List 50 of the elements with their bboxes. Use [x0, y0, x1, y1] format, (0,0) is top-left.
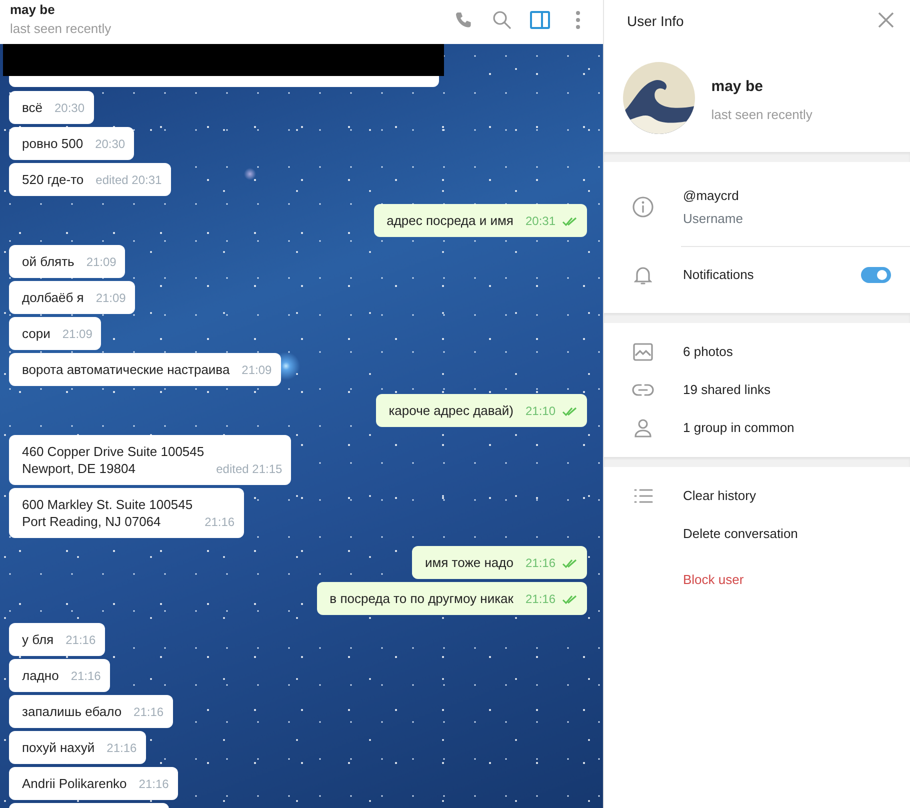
message-time: 21:16 [106, 741, 137, 756]
message-time: 20:31 [525, 214, 556, 229]
message-text: 460 Copper Drive Suite 100545 Newport, DE 19804 [22, 443, 204, 477]
profile-name: may be [711, 77, 764, 97]
message-text: у бля [22, 631, 54, 648]
message-text: ой блять [22, 253, 74, 270]
message-text: имя тоже надо [424, 554, 514, 571]
chat-status: last seen recently [10, 21, 112, 37]
info-item[interactable]: 19 shared links [683, 380, 770, 400]
info-item[interactable]: Delete conversation [683, 524, 798, 544]
message-time: 21:16 [204, 515, 235, 530]
message-text: 520 где-то [22, 171, 84, 188]
profile-status: last seen recently [711, 106, 812, 124]
message-text: всё [22, 99, 42, 116]
notifications-label: Notifications [683, 266, 755, 284]
info-item[interactable]: 1 group in common [683, 418, 794, 438]
message-time: 21:16 [66, 633, 96, 648]
message-text: адрес посреда и имя [386, 212, 514, 229]
panel-title: User Info [626, 12, 684, 31]
message-time: 21:16 [134, 705, 164, 720]
message-time: 21:16 [70, 669, 101, 684]
message-time: 20:30 [95, 137, 126, 152]
message-time: 21:09 [62, 327, 92, 342]
message-time: edited 20:31 [96, 173, 162, 188]
message-time: 21:09 [96, 291, 126, 306]
message-time: 21:10 [525, 404, 556, 419]
message-text: ладно [22, 667, 59, 684]
message-text: похуй нахуй [22, 739, 95, 756]
message-text: сори [22, 325, 50, 342]
message-text: запалишь ебало [22, 703, 122, 720]
message-text: в посреда то по другмоу никак [330, 590, 514, 607]
username-label: Username [683, 210, 744, 228]
message-time: 21:16 [525, 592, 556, 607]
info-item[interactable]: Clear history [683, 486, 756, 506]
message-text: ворота автоматические настраива [22, 361, 230, 378]
message-text: кароче адрес давай) [388, 402, 514, 419]
chat-name: may be [10, 2, 56, 18]
message-time: 21:16 [525, 556, 556, 571]
message-text: Andrii Polikarenko [22, 775, 127, 792]
message-text: ровно 500 [22, 135, 84, 152]
message-time: 20:30 [54, 101, 85, 116]
message-time: 21:09 [86, 255, 116, 270]
username-value: @maycrd [683, 186, 740, 205]
message-time: 21:09 [242, 363, 272, 378]
message-text: 600 Markley St. Suite 100545 Port Reading, NJ 07064 [22, 496, 193, 530]
message-time: 21:16 [138, 777, 169, 792]
message-text: долбаёб я [22, 289, 84, 306]
message-time: edited 21:15 [216, 462, 282, 477]
block-user-link[interactable]: Block user [683, 570, 744, 590]
info-item[interactable]: 6 photos [683, 342, 733, 362]
